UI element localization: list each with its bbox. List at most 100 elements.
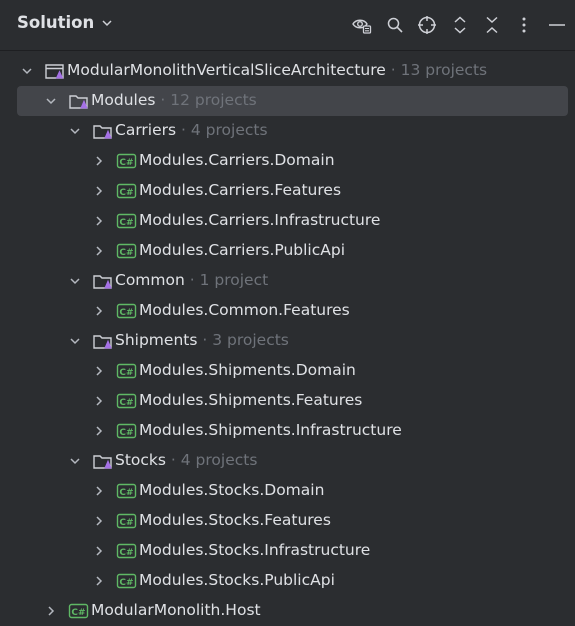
chevron-right-icon[interactable]	[92, 184, 106, 198]
svg-text:C#: C#	[119, 368, 133, 378]
solution-folder-icon	[93, 455, 112, 469]
tree-row[interactable]: ModularMonolithVerticalSliceArchitecture…	[0, 56, 575, 86]
chevron-down-icon[interactable]	[68, 334, 82, 348]
solution-icon	[45, 64, 64, 79]
collapse-all-button[interactable]	[480, 13, 504, 37]
svg-text:C#: C#	[119, 188, 133, 198]
tree-row[interactable]: C# Modules.Stocks.Domain	[0, 476, 575, 506]
solution-dropdown[interactable]: Solution	[17, 13, 114, 32]
item-name: Modules.Carriers.PublicApi	[139, 241, 345, 259]
tree-row[interactable]: C# Modules.Carriers.Domain	[0, 146, 575, 176]
tree-row[interactable]: C# Modules.Shipments.Infrastructure	[0, 416, 575, 446]
item-name: ModularMonolithVerticalSliceArchitecture	[67, 61, 386, 79]
project-count: · 4 projects	[176, 121, 268, 139]
chevron-right-icon[interactable]	[44, 604, 58, 618]
project-count: · 4 projects	[165, 451, 258, 469]
svg-text:C#: C#	[119, 158, 133, 168]
search-button[interactable]	[383, 13, 407, 37]
csharp-project-icon: C#	[116, 153, 137, 169]
csharp-project-icon: C#	[116, 483, 137, 499]
item-name: Modules.Stocks.Domain	[139, 481, 325, 499]
tree-row[interactable]: Carriers · 4 projects	[0, 116, 575, 146]
chevron-right-icon[interactable]	[92, 424, 106, 438]
csharp-project-icon: C#	[116, 573, 137, 589]
search-icon	[387, 17, 403, 33]
tree-item-label: Modules.Shipments.Infrastructure	[139, 421, 402, 439]
svg-text:C#: C#	[119, 308, 133, 318]
csharp-project-icon: C#	[116, 513, 137, 529]
tree-item-label: Modules.Carriers.Features	[139, 181, 341, 199]
tree-item-label: Modules.Stocks.Domain	[139, 481, 324, 499]
tree-row[interactable]: C# Modules.Carriers.Infrastructure	[0, 206, 575, 236]
tree-item-label: Shipments · 3 projects	[115, 331, 289, 349]
chevron-down-icon[interactable]	[68, 454, 82, 468]
tree-item-label: Stocks · 4 projects	[115, 451, 257, 469]
tree-item-label: Modules.Shipments.Domain	[139, 361, 356, 379]
chevron-right-icon[interactable]	[92, 244, 106, 258]
tree-row[interactable]: Shipments · 3 projects	[0, 326, 575, 356]
item-name: Modules	[91, 91, 156, 109]
item-name: Modules.Shipments.Domain	[139, 361, 356, 379]
tree-item-label: Common · 1 project	[115, 271, 268, 289]
svg-text:C#: C#	[119, 518, 133, 528]
eye-settings-icon	[352, 19, 372, 34]
more-options-button[interactable]	[512, 13, 536, 37]
svg-text:C#: C#	[119, 578, 133, 588]
minimize-icon	[549, 24, 565, 26]
tree-row[interactable]: Common · 1 project	[0, 266, 575, 296]
tree-item-label: ModularMonolithVerticalSliceArchitecture…	[67, 61, 487, 79]
chevron-right-icon[interactable]	[92, 574, 106, 588]
svg-text:C#: C#	[119, 488, 133, 498]
csharp-project-icon: C#	[68, 603, 89, 619]
item-name: Modules.Carriers.Domain	[139, 151, 335, 169]
item-name: ModularMonolith.Host	[91, 601, 261, 619]
tree-row[interactable]: C# Modules.Common.Features	[0, 296, 575, 326]
chevron-right-icon[interactable]	[92, 304, 106, 318]
chevron-right-icon[interactable]	[92, 214, 106, 228]
tree-item-label: Modules.Common.Features	[139, 301, 350, 319]
chevron-right-icon[interactable]	[92, 544, 106, 558]
chevron-down-icon	[102, 19, 112, 26]
solution-folder-icon	[93, 335, 112, 349]
eye-settings-button[interactable]	[350, 13, 374, 37]
chevron-right-icon[interactable]	[92, 514, 106, 528]
tree-row[interactable]: Modules · 12 projects	[17, 86, 568, 116]
chevron-down-icon[interactable]	[44, 94, 58, 108]
csharp-project-icon: C#	[116, 303, 137, 319]
tree-row[interactable]: C# Modules.Shipments.Domain	[0, 356, 575, 386]
expand-all-button[interactable]	[448, 13, 472, 37]
item-name: Modules.Shipments.Features	[139, 391, 363, 409]
csharp-project-icon: C#	[116, 243, 137, 259]
chevron-right-icon[interactable]	[92, 484, 106, 498]
tree-row[interactable]: C# Modules.Stocks.Features	[0, 506, 575, 536]
svg-text:C#: C#	[119, 428, 133, 438]
tree-row[interactable]: C# Modules.Stocks.PublicApi	[0, 566, 575, 596]
solution-folder-icon	[93, 125, 112, 139]
chevron-down-icon[interactable]	[68, 124, 82, 138]
tree-row[interactable]: C# Modules.Stocks.Infrastructure	[0, 536, 575, 566]
tree-row[interactable]: C# Modules.Shipments.Features	[0, 386, 575, 416]
item-name: Carriers	[115, 121, 177, 139]
csharp-project-icon: C#	[116, 183, 137, 199]
panel-header: Solution	[0, 0, 575, 51]
csharp-project-icon: C#	[116, 543, 137, 559]
chevron-right-icon[interactable]	[92, 364, 106, 378]
tree-row[interactable]: C# ModularMonolith.Host	[0, 596, 575, 626]
item-name: Modules.Shipments.Infrastructure	[139, 421, 402, 439]
tree-row[interactable]: Stocks · 4 projects	[0, 446, 575, 476]
chevron-down-icon[interactable]	[20, 64, 34, 78]
tree-item-label: Carriers · 4 projects	[115, 121, 268, 139]
svg-text:C#: C#	[119, 218, 133, 228]
tree-row[interactable]: C# Modules.Carriers.Features	[0, 176, 575, 206]
item-name: Modules.Stocks.Infrastructure	[139, 541, 371, 559]
project-count: · 12 projects	[155, 91, 257, 109]
locate-button[interactable]	[415, 13, 439, 37]
chevron-down-icon[interactable]	[68, 274, 82, 288]
chevron-right-icon[interactable]	[92, 394, 106, 408]
more-icon	[522, 17, 526, 33]
item-name: Modules.Common.Features	[139, 301, 350, 319]
chevron-right-icon[interactable]	[92, 154, 106, 168]
tree-row[interactable]: C# Modules.Carriers.PublicApi	[0, 236, 575, 266]
minimize-button[interactable]	[545, 13, 569, 37]
tree-item-label: Modules.Shipments.Features	[139, 391, 362, 409]
